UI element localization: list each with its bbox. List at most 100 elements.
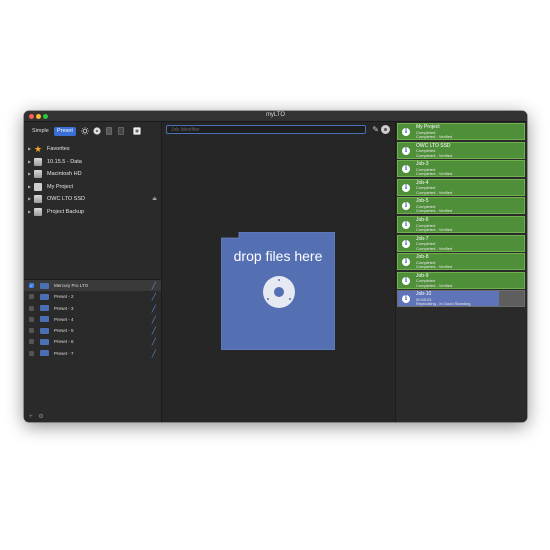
job-item[interactable]: i Job-9 Completed Completed - Verified	[397, 271, 525, 289]
disclosure-triangle-icon[interactable]: ▶	[28, 181, 31, 194]
edit-pencil-icon[interactable]: ╱	[152, 349, 156, 360]
sidebar-item[interactable]: ▶ 10.15.5 - Data	[24, 156, 161, 169]
job-queue: i My Project Completed Completed - Verified…	[395, 122, 527, 422]
sidebar-item-label: Macintosh HD	[47, 171, 82, 177]
job-item[interactable]: i Job-4 Completed Completed - Verified	[397, 178, 525, 196]
job-item[interactable]: i Job-3 Completed Completed - Verified	[397, 160, 525, 178]
disk-icon	[34, 207, 42, 216]
preset-label: Mercury Pro LTO	[54, 283, 89, 288]
preset-checkbox[interactable]	[29, 294, 34, 300]
info-icon[interactable]: i	[402, 165, 410, 174]
disclosure-triangle-icon[interactable]: ▶	[28, 206, 31, 219]
preset-checkbox[interactable]	[29, 328, 34, 334]
job-item[interactable]: i OWC LTO SSD Completed Completed - Verifie…	[397, 141, 525, 159]
job-detail-line: Completed - Verified	[416, 152, 453, 158]
disclosure-triangle-icon[interactable]: ▶	[28, 193, 31, 206]
disk-icon	[34, 170, 42, 178]
info-icon[interactable]: i	[402, 183, 410, 192]
disclosure-triangle-icon[interactable]: ▶	[28, 168, 31, 181]
sidebar-item[interactable]: ▶ Project Backup	[24, 206, 161, 219]
preset-row[interactable]: Preset - 6 ╱	[24, 336, 161, 347]
preset-row[interactable]: Preset - 2 ╱	[24, 291, 161, 302]
tape-icon	[40, 316, 49, 323]
preset-checkbox[interactable]	[29, 316, 34, 322]
job-detail-line: Completed - Verified	[416, 264, 453, 270]
info-icon[interactable]: i	[402, 239, 410, 248]
tape-icon	[40, 293, 49, 300]
preset-label: Preset - 3	[54, 305, 74, 311]
info-icon[interactable]: i	[402, 202, 410, 211]
preset-row[interactable]: Preset - 3 ╱	[24, 303, 161, 314]
window-title: myLTO	[265, 112, 286, 118]
disclosure-triangle-icon[interactable]: ▶	[28, 156, 31, 169]
sidebar-item-label: My Project	[47, 183, 73, 190]
stop-icon[interactable]	[133, 127, 141, 135]
preset-checkbox[interactable]	[29, 305, 34, 311]
sidebar-item[interactable]: ▶ Macintosh HD	[24, 168, 161, 181]
tape-icon	[40, 350, 49, 357]
sidebar-item[interactable]: ▶ OWC LTO SSD ⏏	[24, 193, 161, 206]
preset-row[interactable]: ✓ Mercury Pro LTO ╱	[24, 280, 161, 292]
tape-icon	[40, 338, 49, 345]
eject-disc-icon[interactable]	[381, 125, 390, 134]
job-identifier-field[interactable]: Job Identifier	[166, 125, 366, 134]
tape-icon[interactable]	[105, 127, 113, 135]
preset-label: Preset - 7	[54, 350, 74, 356]
info-icon[interactable]: i	[402, 258, 410, 267]
eject-icon[interactable]: ⏏	[152, 193, 157, 206]
preset-list: ✓ Mercury Pro LTO ╱ Preset - 2 ╱ Preset - 3 ╱ P…	[24, 279, 161, 359]
job-detail-line: Completed - Verified	[416, 134, 453, 139]
tape-icon	[40, 305, 49, 312]
drop-zone[interactable]: drop files here	[221, 232, 335, 350]
job-item[interactable]: i My Project Completed Completed - Verified	[397, 123, 525, 140]
job-detail-line: Completed - Verified	[416, 282, 453, 288]
job-item[interactable]: i Job-6 Completed Completed - Verified	[397, 216, 525, 233]
info-icon[interactable]: i	[402, 221, 410, 229]
add-preset-button[interactable]: +	[29, 414, 33, 420]
disc-icon	[263, 276, 295, 308]
info-icon[interactable]: i	[402, 128, 410, 136]
document-icon[interactable]	[117, 127, 125, 135]
disc-icon[interactable]	[93, 127, 101, 135]
job-detail-line: Completed - Verified	[416, 189, 453, 195]
preset-row[interactable]: Preset - 5 ╱	[24, 325, 161, 336]
job-detail-line: Completed - Verified	[416, 245, 453, 251]
sidebar-item-label: OWC LTO SSD	[47, 196, 85, 202]
preset-label: Preset - 5	[54, 328, 74, 334]
preset-row[interactable]: Preset - 7 ╱	[24, 348, 161, 359]
tape-icon	[40, 282, 49, 289]
folder-icon	[34, 182, 42, 191]
brightness-icon[interactable]	[81, 127, 89, 135]
sidebar-item-label: 10.15.5 - Data	[47, 158, 82, 165]
sidebar-item[interactable]: ▶ ★ Favorites	[24, 143, 161, 156]
job-item[interactable]: i Job-8 Completed Completed - Verified	[397, 253, 525, 271]
job-item[interactable]: i Job-10 00:00:01 Replicating - In Good Sta…	[397, 290, 525, 308]
left-pane: Simple Preset ▶ ★ Favorites ▶ 10.15.5 - Data…	[24, 122, 162, 422]
left-footer: + ⚙	[29, 413, 44, 420]
preset-checkbox[interactable]	[29, 350, 34, 356]
job-item[interactable]: i Job-7 Completed Completed - Verified	[397, 234, 525, 252]
title-bar: myLTO	[24, 111, 527, 122]
info-icon[interactable]: i	[402, 146, 410, 155]
preset-mode-button[interactable]: Preset	[54, 127, 76, 136]
preset-row[interactable]: Preset - 4 ╱	[24, 314, 161, 325]
main-pane: Job Identifier ✎ drop files here	[162, 122, 395, 422]
sidebar-item[interactable]: ▶ My Project	[24, 181, 161, 194]
disk-icon	[34, 157, 42, 166]
sidebar-item-label: Project Backup	[47, 208, 84, 215]
settings-icon[interactable]: ⚙	[38, 414, 43, 420]
disk-icon	[34, 195, 42, 203]
job-detail-line: Replicating - In Good Standing	[416, 301, 471, 307]
info-icon[interactable]: i	[402, 276, 410, 285]
job-detail-line: Completed - Verified	[416, 208, 453, 214]
job-detail-line: Completed - Verified	[416, 171, 453, 177]
preset-checkbox[interactable]	[29, 339, 34, 345]
left-toolbar: Simple Preset	[24, 122, 161, 141]
app-window: myLTO Simple Preset ▶ ★ Favorites ▶ 10.15.5	[24, 111, 527, 422]
disclosure-triangle-icon[interactable]: ▶	[28, 143, 31, 156]
star-icon: ★	[34, 144, 43, 154]
simple-mode-button[interactable]: Simple	[29, 127, 52, 136]
eyedropper-icon[interactable]: ✎	[372, 125, 379, 134]
preset-checkbox[interactable]: ✓	[29, 283, 34, 288]
job-item[interactable]: i Job-5 Completed Completed - Verified	[397, 197, 525, 215]
